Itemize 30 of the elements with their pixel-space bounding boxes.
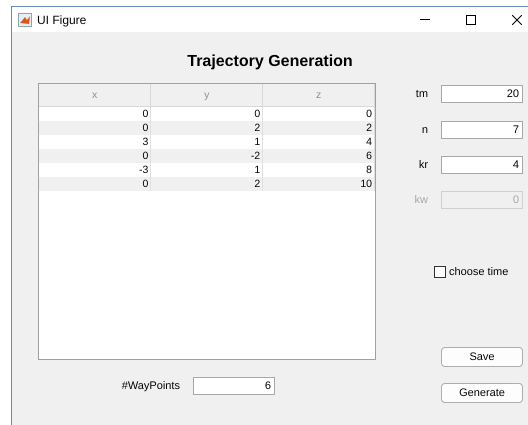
input-field[interactable]: 6 bbox=[193, 377, 275, 395]
generate-button[interactable]: Generate bbox=[441, 383, 523, 403]
input-field[interactable]: 20 bbox=[441, 85, 523, 103]
table-cell: 2 bbox=[262, 121, 374, 135]
input-field[interactable]: 4 bbox=[441, 156, 523, 174]
heading: Trajectory Generation bbox=[186, 52, 354, 72]
close-icon[interactable] bbox=[512, 14, 522, 24]
input-field[interactable]: 7 bbox=[441, 121, 523, 139]
field-label: tm bbox=[414, 88, 428, 100]
save-button[interactable]: Save bbox=[441, 347, 523, 367]
table-cell: 6 bbox=[262, 149, 374, 163]
column-header: z bbox=[262, 84, 374, 106]
field-label: kr bbox=[418, 159, 428, 171]
column-header: y bbox=[150, 84, 263, 106]
table-cell: 2 bbox=[150, 121, 263, 135]
checkbox[interactable] bbox=[434, 266, 446, 278]
column-header: x bbox=[39, 84, 151, 106]
table-cell: 0 bbox=[39, 121, 151, 135]
app-icon bbox=[18, 12, 32, 26]
field-label: kw bbox=[414, 194, 428, 206]
maximize-icon[interactable] bbox=[466, 14, 476, 24]
table-cell: 0 bbox=[39, 149, 151, 163]
window-title: UI Figure bbox=[37, 12, 86, 26]
field-label: n bbox=[420, 124, 428, 136]
table-cell: 0 bbox=[39, 177, 151, 191]
table-cell: -2 bbox=[150, 149, 263, 163]
field-label: #WayPoints bbox=[120, 380, 180, 392]
table-cell: 2 bbox=[150, 177, 263, 191]
table-cell: 10 bbox=[262, 177, 374, 191]
checkbox-label: choose time bbox=[449, 266, 508, 278]
